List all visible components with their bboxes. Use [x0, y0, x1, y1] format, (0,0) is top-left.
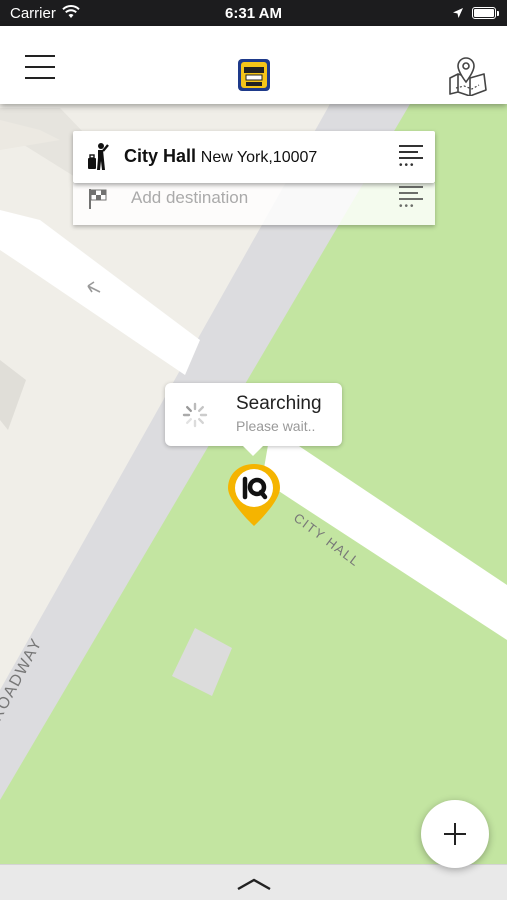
destination-input[interactable]: Add destination — [131, 188, 248, 208]
searching-popup: Searching Please wait.. — [165, 383, 342, 456]
pickup-address: New York,10007 — [200, 149, 318, 166]
checkered-flag-icon — [87, 187, 109, 211]
bottom-drawer-handle[interactable] — [0, 864, 507, 900]
battery-tip — [497, 11, 499, 16]
iq-location-marker[interactable] — [226, 462, 282, 528]
pickup-name: City Hall — [124, 146, 197, 166]
chevron-up-icon[interactable] — [236, 877, 272, 891]
searching-title: Searching — [236, 393, 322, 414]
map-pin-icon[interactable] — [446, 56, 490, 97]
clock-label: 6:31 AM — [225, 5, 282, 22]
battery-icon — [472, 7, 496, 19]
hailing-person-icon — [85, 142, 111, 172]
destination-card[interactable]: Add destination ••• — [73, 183, 435, 225]
app-header — [0, 26, 507, 104]
destination-list-icon[interactable]: ••• — [399, 186, 423, 212]
searching-subtitle: Please wait.. — [236, 418, 316, 434]
pickup-location: City Hall New York,10007 — [124, 146, 317, 167]
loading-spinner-icon — [182, 402, 208, 428]
taxi-app-logo — [237, 58, 271, 92]
location-arrow-icon — [452, 6, 464, 23]
pickup-address-card[interactable]: City Hall New York,10007 ••• — [73, 131, 435, 183]
hamburger-menu-icon[interactable] — [22, 50, 58, 80]
status-bar: Carrier 6:31 AM — [0, 0, 507, 26]
plus-icon[interactable] — [421, 800, 489, 868]
pickup-list-icon[interactable]: ••• — [399, 145, 423, 171]
